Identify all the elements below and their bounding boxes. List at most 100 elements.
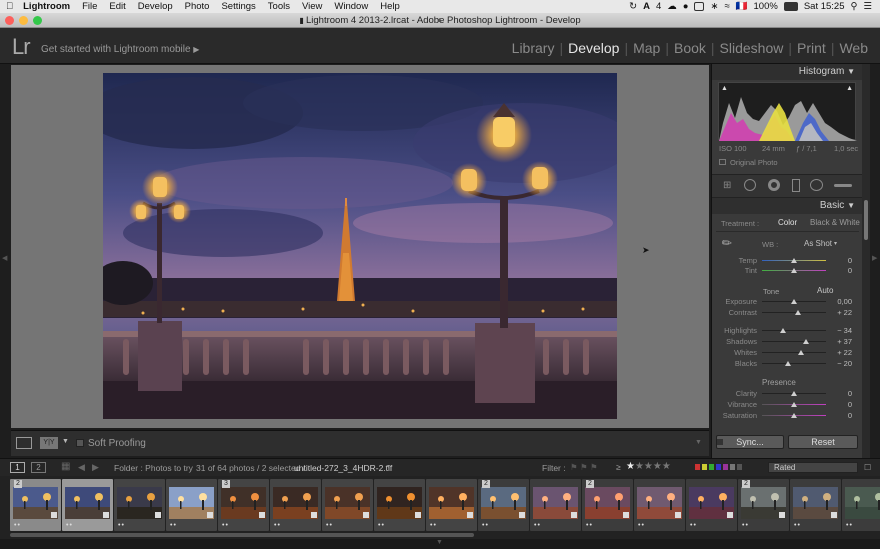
slider-thumb-contrast[interactable]	[794, 310, 801, 315]
menu-edit[interactable]: Edit	[103, 1, 131, 12]
slider-value-clarity[interactable]: 0	[830, 389, 852, 398]
adobe-icon[interactable]: A	[643, 1, 650, 12]
spot-removal-icon[interactable]	[744, 179, 756, 191]
battery-icon[interactable]	[783, 2, 798, 11]
filmstrip-cell[interactable]: ••	[426, 479, 477, 531]
shadow-clipping-icon[interactable]: ▲	[721, 85, 728, 92]
zoom-window-button[interactable]	[33, 16, 42, 25]
grid-view-icon[interactable]: ▦	[61, 461, 70, 472]
filmstrip-scroll-thumb[interactable]	[10, 533, 474, 537]
current-filename[interactable]: untitled-272_3_4HDR-2.tif	[294, 463, 392, 473]
reset-button[interactable]: Reset	[788, 435, 858, 449]
slider-value-exposure[interactable]: 0,00	[830, 297, 852, 306]
bluetooth-icon[interactable]: ∗	[710, 1, 718, 12]
develop-badge-icon[interactable]	[779, 512, 785, 518]
filter-lock-icon[interactable]: ☐	[864, 463, 871, 472]
crop-tool-icon[interactable]: ⊞	[723, 180, 731, 191]
develop-badge-icon[interactable]	[831, 512, 837, 518]
filmstrip-cell[interactable]: ••	[842, 479, 880, 531]
sync-toggle-icon[interactable]	[717, 439, 723, 445]
slider-value-blacks[interactable]: − 20	[830, 359, 852, 368]
slider-thumb-clarity[interactable]	[791, 391, 797, 396]
slider-value-saturation[interactable]: 0	[830, 411, 852, 420]
toolbar-menu-icon[interactable]: ▼	[695, 439, 702, 446]
slider-thumb-shadows[interactable]	[803, 339, 810, 344]
histogram[interactable]: ▲ ▲	[718, 82, 857, 141]
develop-badge-icon[interactable]	[727, 512, 733, 518]
develop-badge-icon[interactable]	[155, 512, 161, 518]
menu-app[interactable]: Lightroom	[19, 1, 76, 12]
treatment-color[interactable]: Color	[778, 218, 797, 227]
slider-thumb-blacks[interactable]	[784, 361, 791, 366]
menu-develop[interactable]: Develop	[132, 1, 179, 12]
filmstrip-cell[interactable]: 3 ••	[218, 479, 269, 531]
slider-track-shadows[interactable]	[762, 341, 826, 342]
slider-thumb-temp[interactable]	[791, 258, 797, 263]
loupe-view-icon[interactable]	[16, 437, 32, 449]
collapse-filmstrip-icon[interactable]: ▼	[436, 539, 443, 546]
slider-value-contrast[interactable]: + 22	[830, 308, 852, 317]
develop-badge-icon[interactable]	[623, 512, 629, 518]
slider-value-whites[interactable]: + 22	[830, 348, 852, 357]
filmstrip-cell[interactable]: 2 ••	[582, 479, 633, 531]
wb-eyedropper-icon[interactable]: ✎	[719, 234, 736, 251]
slider-value-highlights[interactable]: − 34	[830, 326, 852, 335]
filmstrip-cell[interactable]: 2 ••	[10, 479, 61, 531]
menu-window[interactable]: Window	[328, 1, 374, 12]
scrollbar-thumb[interactable]	[864, 200, 868, 240]
slider-thumb-saturation[interactable]	[791, 413, 797, 418]
develop-badge-icon[interactable]	[311, 512, 317, 518]
develop-badge-icon[interactable]	[415, 512, 421, 518]
slider-thumb-highlights[interactable]	[780, 328, 787, 333]
radial-filter-icon[interactable]	[810, 179, 823, 191]
filmstrip-scrollbar[interactable]	[0, 531, 880, 538]
graduated-filter-icon[interactable]	[792, 179, 800, 192]
filmstrip-thumbnail[interactable]	[845, 487, 880, 519]
develop-badge-icon[interactable]	[51, 512, 57, 518]
slider-value-shadows[interactable]: + 37	[830, 337, 852, 346]
slider-value-temp[interactable]: 0	[830, 256, 852, 265]
close-window-button[interactable]	[5, 16, 14, 25]
tone-auto-button[interactable]: Auto	[817, 286, 833, 295]
module-book[interactable]: Book	[670, 40, 710, 56]
develop-badge-icon[interactable]	[259, 512, 265, 518]
bottom-panel-edge[interactable]: ▼	[0, 539, 880, 549]
module-develop[interactable]: Develop	[564, 40, 623, 56]
rating-ge[interactable]: ≥	[616, 462, 621, 472]
collapse-right-panel-icon[interactable]: ▶	[872, 254, 877, 262]
develop-badge-icon[interactable]	[207, 512, 213, 518]
wb-dropdown-icon[interactable]: ▾	[834, 240, 837, 247]
wifi-icon[interactable]: ≈	[724, 1, 729, 12]
lightroom-mobile-link[interactable]: Get started with Lightroom mobile ▶	[41, 44, 199, 55]
color-label-filters[interactable]	[695, 464, 742, 470]
filmstrip-cell[interactable]: ••	[322, 479, 373, 531]
slider-track-highlights[interactable]	[762, 330, 826, 331]
stack-count-badge[interactable]: 2	[482, 480, 490, 488]
filmstrip-cell[interactable]: ••	[270, 479, 321, 531]
left-panel-collapsed[interactable]: ◀	[0, 64, 10, 457]
slider-thumb-whites[interactable]	[798, 350, 805, 355]
filename-dropdown-icon[interactable]: ▾	[387, 463, 390, 470]
slider-value-tint[interactable]: 0	[830, 266, 852, 275]
menu-file[interactable]: File	[76, 1, 103, 12]
stack-count-badge[interactable]: 2	[742, 480, 750, 488]
nav-back-icon[interactable]: ◀	[78, 462, 85, 473]
filmstrip-cell[interactable]: 2 ••	[478, 479, 529, 531]
filmstrip-cell[interactable]: ••	[374, 479, 425, 531]
module-map[interactable]: Map	[629, 40, 664, 56]
nav-forward-icon[interactable]: ▶	[92, 462, 99, 473]
develop-badge-icon[interactable]	[467, 512, 473, 518]
filmstrip-cell[interactable]: ••	[790, 479, 841, 531]
collapse-top-panel-icon[interactable]: ▲	[436, 13, 443, 28]
rating-stars[interactable]: ★★★★★	[626, 461, 671, 472]
stack-count-badge[interactable]: 2	[14, 480, 22, 488]
minimize-window-button[interactable]	[19, 16, 28, 25]
before-after-dropdown-icon[interactable]: ▼	[62, 438, 69, 445]
slider-thumb-tint[interactable]	[791, 268, 797, 273]
filmstrip-cell[interactable]: ••	[686, 479, 737, 531]
develop-badge-icon[interactable]	[519, 512, 525, 518]
folder-source[interactable]: Folder : Photos to try	[114, 463, 193, 473]
evernote-icon[interactable]: ●	[683, 1, 689, 12]
filmstrip-cell[interactable]: ••	[166, 479, 217, 531]
cloud-icon[interactable]: ☁	[667, 1, 677, 12]
